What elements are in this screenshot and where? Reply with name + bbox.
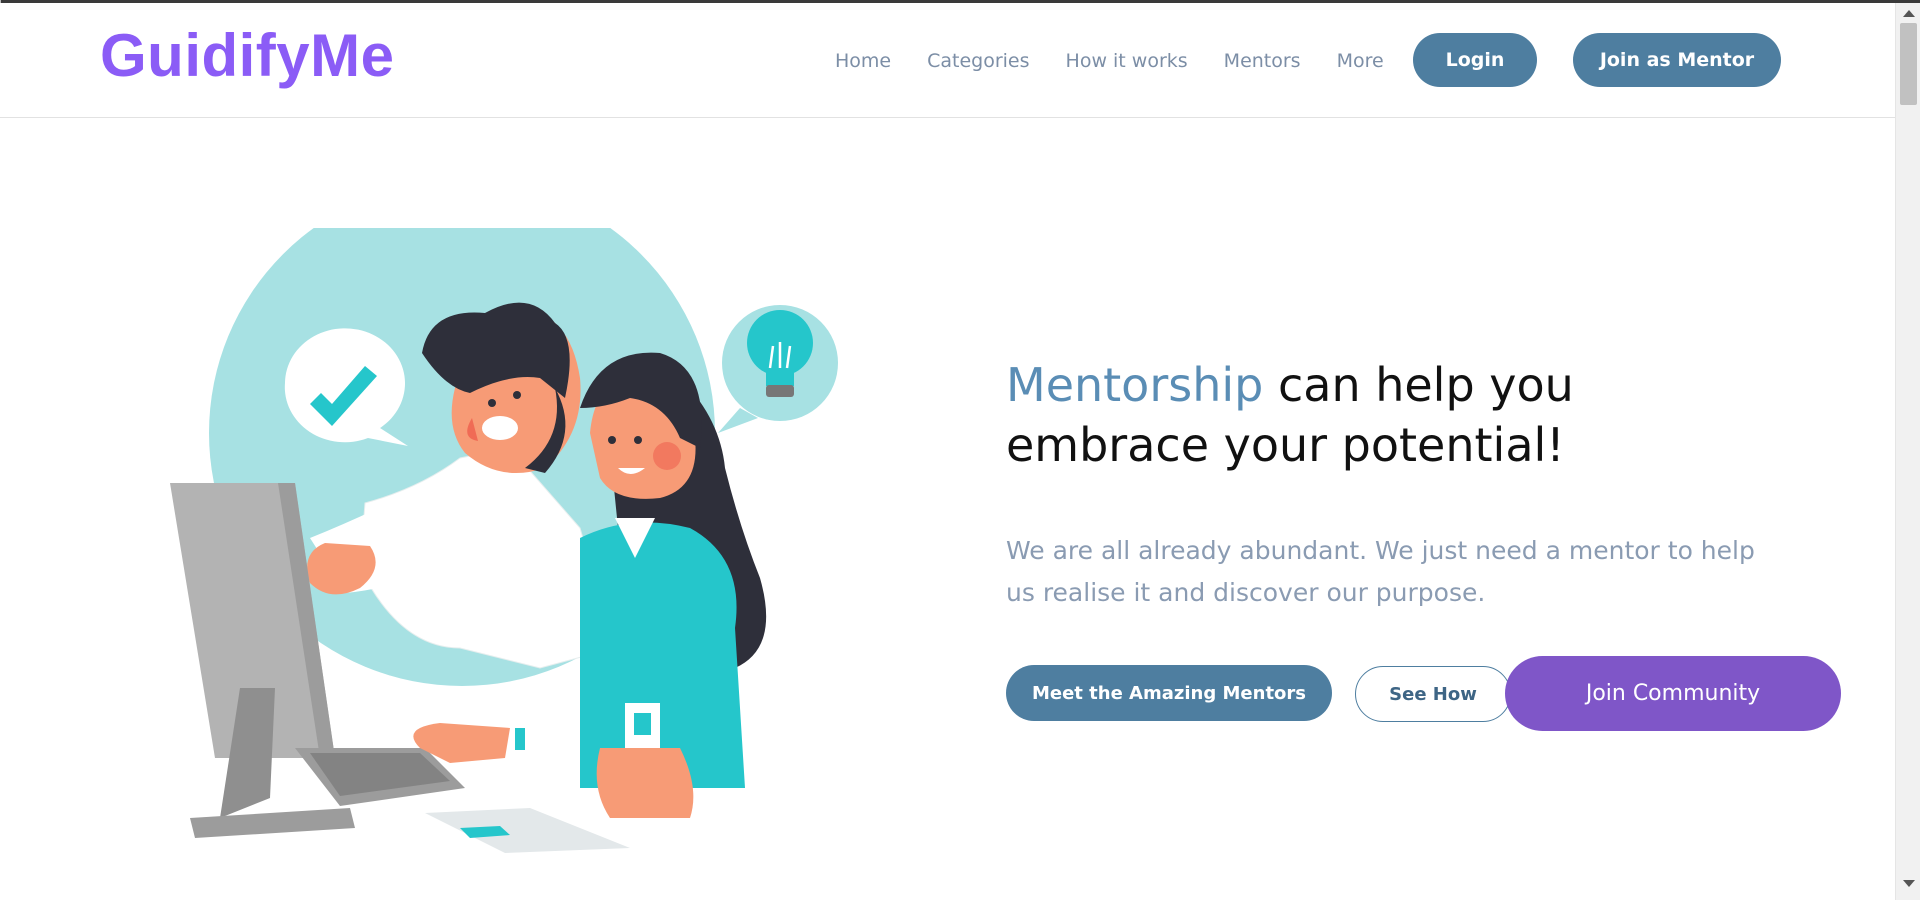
headline-rest-line2: embrace your potential! [1006,418,1565,472]
lightbulb-icon [718,305,838,433]
scroll-up-arrow-icon[interactable] [1903,10,1915,17]
main-nav: Home Categories How it works Mentors Mor… [835,50,1420,72]
join-as-mentor-button[interactable]: Join as Mentor [1573,33,1781,87]
login-button[interactable]: Login [1413,33,1537,87]
see-how-button[interactable]: See How [1355,666,1511,722]
meet-mentors-button[interactable]: Meet the Amazing Mentors [1006,665,1332,721]
nav-how-it-works[interactable]: How it works [1066,50,1188,72]
page-scrollbar[interactable] [1895,3,1920,900]
headline-accent: Mentorship [1006,358,1264,412]
site-logo[interactable]: GuidifyMe [100,21,395,90]
nav-more[interactable]: More [1337,50,1384,72]
scroll-thumb[interactable] [1900,23,1917,105]
page-viewport: GuidifyMe Home Categories How it works M… [0,3,1895,900]
nav-categories[interactable]: Categories [927,50,1029,72]
headline-rest-line1: can help you [1263,358,1574,412]
site-header: GuidifyMe Home Categories How it works M… [0,3,1895,118]
nav-mentors[interactable]: Mentors [1224,50,1301,72]
hero-headline: Mentorship can help you embrace your pot… [1006,355,1706,475]
hero-illustration [170,228,838,853]
join-community-button[interactable]: Join Community [1505,656,1841,731]
hero-subtext: We are all already abundant. We just nee… [1006,536,1755,607]
scroll-down-arrow-icon[interactable] [1903,880,1915,887]
nav-home[interactable]: Home [835,50,891,72]
